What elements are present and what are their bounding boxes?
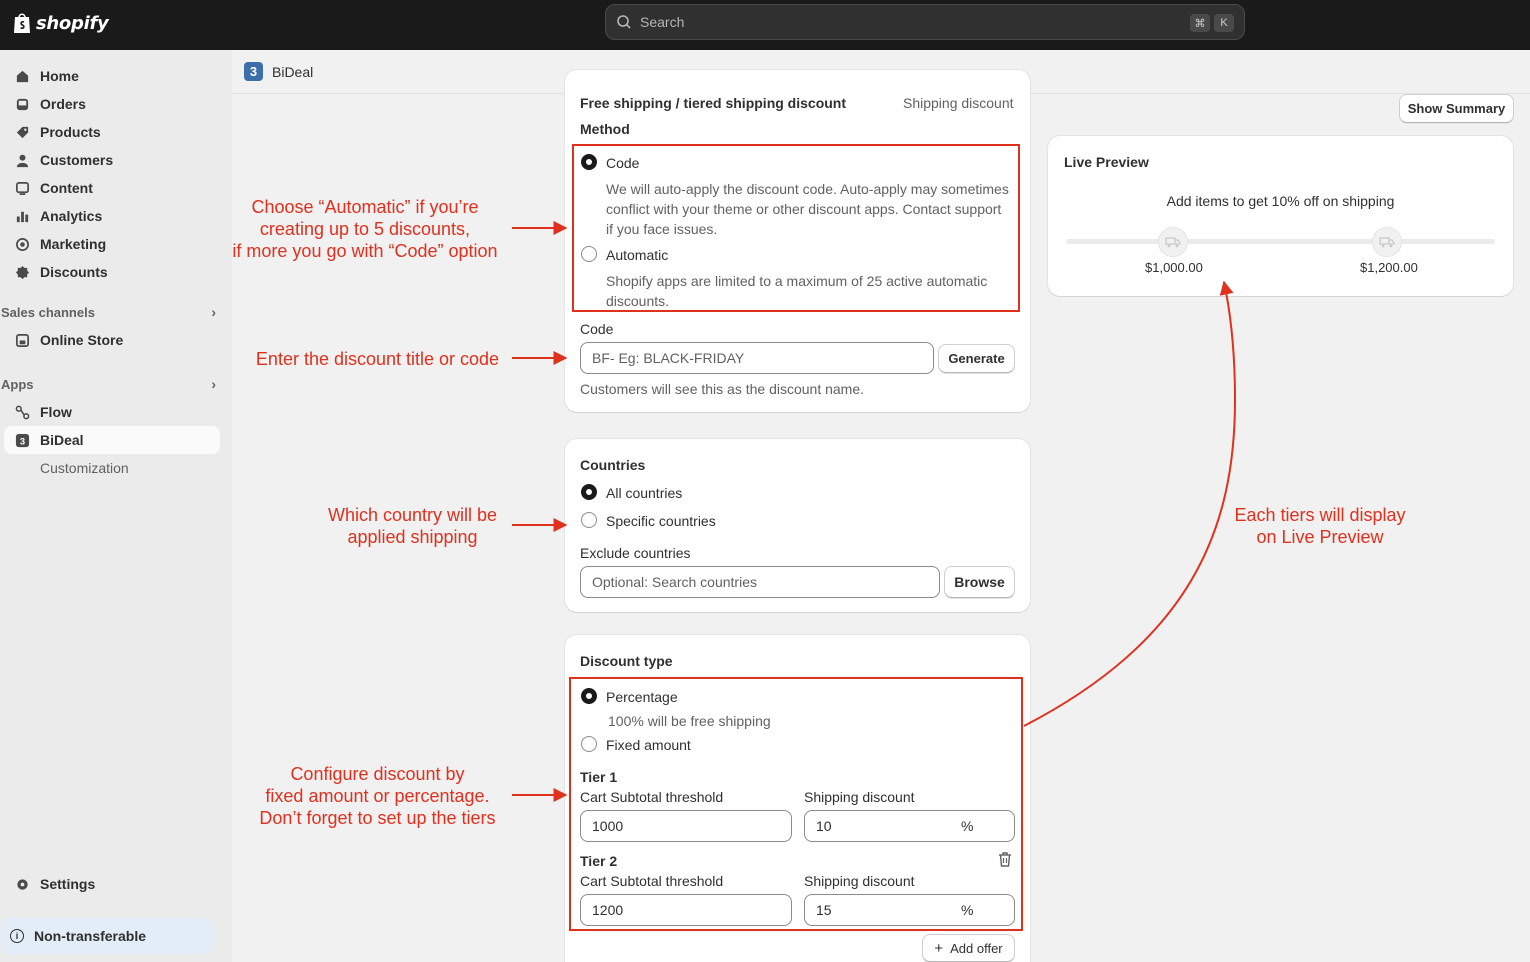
preview-arrow xyxy=(1023,280,1237,727)
annotation-arrows xyxy=(512,221,1237,802)
